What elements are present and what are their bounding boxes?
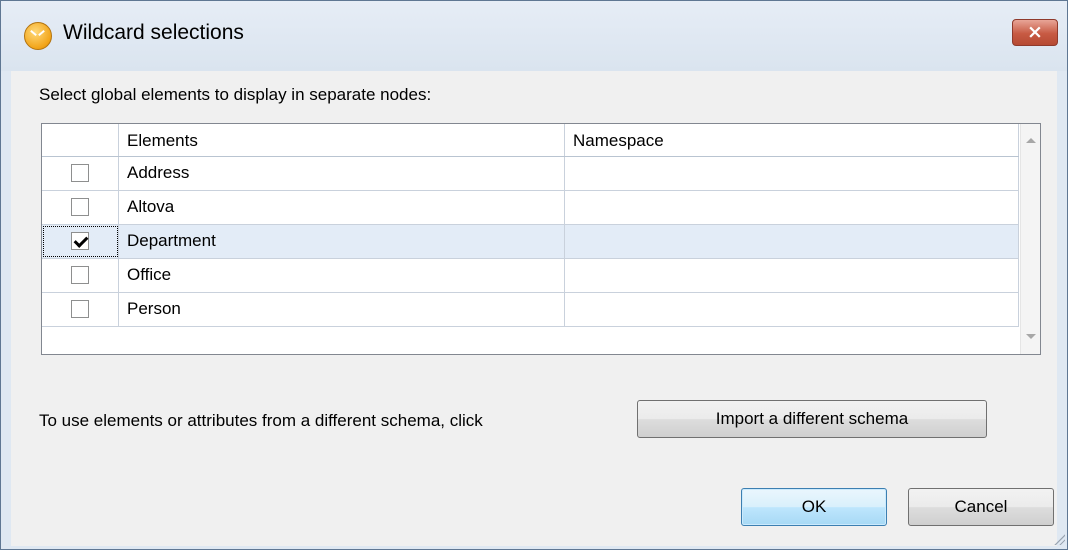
scroll-up-arrow-icon[interactable]	[1026, 138, 1036, 143]
element-cell: Address	[119, 157, 565, 190]
ok-button[interactable]: OK	[741, 488, 887, 526]
close-button[interactable]: ×	[1012, 19, 1058, 46]
element-cell: Altova	[119, 191, 565, 224]
scroll-down-arrow-icon[interactable]	[1026, 334, 1036, 339]
vertical-scrollbar[interactable]	[1020, 124, 1040, 354]
checkbox-checked[interactable]	[71, 232, 89, 250]
title-bar[interactable]: Wildcard selections ×	[1, 1, 1067, 71]
element-cell: Person	[119, 293, 565, 326]
namespace-cell	[565, 191, 1019, 224]
table-row[interactable]: Address	[42, 157, 1019, 191]
close-icon: ×	[1027, 21, 1043, 43]
element-cell: Office	[119, 259, 565, 292]
namespace-cell	[565, 293, 1019, 326]
checkbox[interactable]	[71, 198, 89, 216]
namespace-cell	[565, 225, 1019, 258]
namespace-cell	[565, 259, 1019, 292]
import-schema-button[interactable]: Import a different schema	[637, 400, 987, 438]
import-instruction-label: To use elements or attributes from a dif…	[39, 411, 483, 430]
table-row[interactable]: Person	[42, 293, 1019, 327]
checkbox[interactable]	[71, 300, 89, 318]
cancel-button[interactable]: Cancel	[908, 488, 1054, 526]
column-header-elements[interactable]: Elements	[119, 124, 565, 156]
element-cell: Department	[119, 225, 565, 258]
column-header-namespace[interactable]: Namespace	[565, 124, 1019, 156]
instruction-label: Select global elements to display in sep…	[39, 85, 432, 104]
elements-grid[interactable]: Elements Namespace Address Altova Depart…	[41, 123, 1041, 355]
table-row-selected[interactable]: Department	[42, 225, 1019, 259]
dialog-body: Select global elements to display in sep…	[11, 71, 1057, 546]
dialog-title: Wildcard selections	[63, 21, 244, 44]
app-icon	[24, 22, 52, 50]
resize-grip-icon[interactable]	[1053, 533, 1065, 545]
grid-header: Elements Namespace	[42, 124, 1019, 157]
checkbox[interactable]	[71, 164, 89, 182]
namespace-cell	[565, 157, 1019, 190]
table-row[interactable]: Altova	[42, 191, 1019, 225]
wildcard-selections-dialog: Wildcard selections × Select global elem…	[0, 0, 1068, 550]
checkbox[interactable]	[71, 266, 89, 284]
table-row[interactable]: Office	[42, 259, 1019, 293]
column-header-select	[42, 124, 119, 156]
